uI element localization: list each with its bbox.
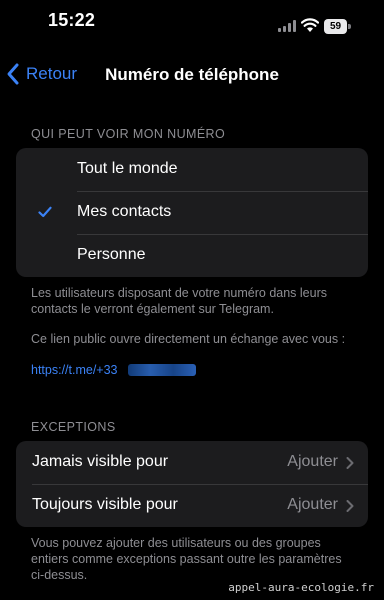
option-nobody[interactable]: Personne [16,234,368,277]
privacy-section-header: QUI PEUT VOIR MON NUMÉRO [31,127,226,141]
option-my-contacts[interactable]: Mes contacts [16,191,368,234]
redacted-phone-number [128,364,196,376]
add-value: Ajouter [287,453,338,470]
checkmark-icon [38,206,52,218]
chevron-right-icon [346,500,354,512]
option-label: Personne [77,246,146,263]
option-label: Tout le monde [77,160,178,177]
exceptions-section-header: EXCEPTIONS [31,420,116,434]
link-note-text: Ce lien public ouvre directement un écha… [31,332,346,346]
battery-icon: 59 [324,19,352,34]
option-label: Mes contacts [77,203,172,220]
option-everyone[interactable]: Tout le monde [16,148,368,191]
exceptions-footer-text: Vous pouvez ajouter des utilisateurs ou … [31,536,342,582]
privacy-footer-text: Les utilisateurs disposant de votre numé… [31,286,327,316]
watermark: appel-aura-ecologie.fr [228,581,374,594]
chevron-right-icon [346,457,354,469]
row-label: Jamais visible pour [32,453,169,470]
exceptions-group: Jamais visible pour Ajouter Toujours vis… [16,441,368,527]
never-visible-row[interactable]: Jamais visible pour Ajouter [16,441,368,484]
public-link[interactable]: https://t.me/+33 [31,363,118,377]
navigation-bar: Retour Numéro de téléphone [0,52,384,96]
always-visible-row[interactable]: Toujours visible pour Ajouter [16,484,368,527]
page-title: Numéro de téléphone [105,65,279,84]
status-bar: 15:22 59 [0,0,384,44]
privacy-options-group: Tout le monde Mes contacts Personne [16,148,368,277]
status-time: 15:22 [48,10,96,30]
cellular-signal-icon [278,20,296,32]
row-label: Toujours visible pour [32,496,178,513]
add-value: Ajouter [287,496,338,513]
battery-level: 59 [324,19,347,34]
wifi-icon [301,18,319,32]
